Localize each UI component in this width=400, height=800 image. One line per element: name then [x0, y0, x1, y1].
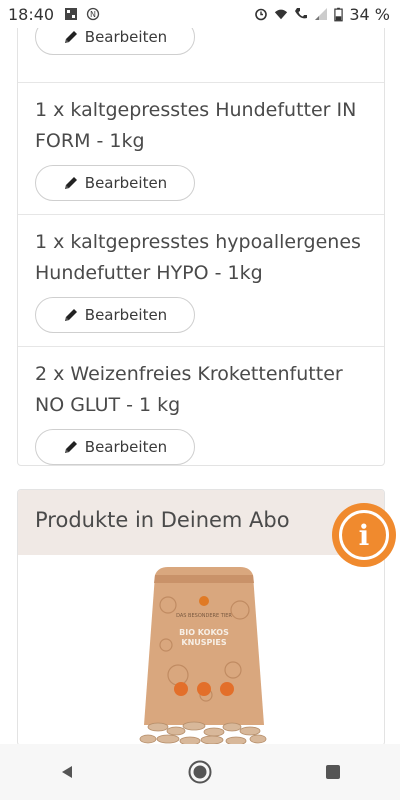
edit-button-label: Bearbeiten — [84, 438, 168, 456]
order-item-title: 1 x kaltgepresstes hypoallergenes Hundef… — [35, 231, 361, 284]
nfc-icon: N — [86, 7, 100, 21]
page-content: Bearbeiten 1 x kaltgepresstes Hundefutte… — [0, 28, 400, 744]
svg-text:N: N — [90, 10, 96, 19]
status-time: 18:40 — [8, 4, 55, 24]
order-item: 1 x kaltgepresstes hypoallergenes Hundef… — [18, 214, 384, 347]
edit-button[interactable]: Bearbeiten — [35, 28, 195, 55]
order-item-title: 2 x Weizenfreies Krokettenfutter NO GLUT… — [35, 363, 343, 416]
pencil-icon — [64, 309, 77, 321]
phone-signal-icon — [295, 8, 308, 19]
pencil-icon — [64, 177, 77, 189]
cell-signal-icon — [315, 8, 328, 20]
alarm-icon — [255, 8, 268, 21]
products-title: Produkte in Deinem Abo — [35, 508, 290, 532]
edit-button-label: Bearbeiten — [84, 174, 168, 192]
recents-button[interactable] — [313, 752, 353, 792]
order-item: 2 x Weizenfreies Krokettenfutter NO GLUT… — [18, 346, 384, 465]
wifi-icon — [275, 9, 288, 20]
gallery-icon — [65, 8, 78, 20]
back-icon — [61, 766, 72, 778]
info-icon: i — [339, 510, 389, 560]
edit-button[interactable]: Bearbeiten — [35, 297, 195, 333]
info-button[interactable]: i — [332, 503, 396, 567]
product-image[interactable]: DAS BESONDERE TIER BIO KOKOS KNUSPIES — [18, 555, 384, 744]
product-name-line2: KNUSPIES — [181, 638, 226, 647]
back-button[interactable] — [47, 752, 87, 792]
edit-button-label: Bearbeiten — [84, 306, 168, 324]
recents-icon — [326, 765, 341, 779]
order-items-card: Bearbeiten 1 x kaltgepresstes Hundefutte… — [17, 28, 385, 466]
home-icon — [188, 760, 212, 784]
battery-percent: 34 % — [349, 4, 390, 24]
product-name-line1: BIO KOKOS — [179, 628, 229, 637]
navigation-bar — [0, 744, 400, 800]
edit-button-label: Bearbeiten — [84, 28, 168, 46]
battery-icon — [334, 7, 344, 21]
products-header: Produkte in Deinem Abo — [18, 490, 384, 555]
order-item-title: 1 x kaltgepresstes Hundefutter IN FORM -… — [35, 99, 357, 152]
subscription-products-card: Produkte in Deinem Abo DAS BESONDERE TIE… — [17, 489, 385, 744]
product-brand: DAS BESONDERE TIER — [176, 613, 232, 619]
home-button[interactable] — [180, 752, 220, 792]
pencil-icon — [64, 441, 77, 453]
order-item: 1 x kaltgepresstes Hundefutter IN FORM -… — [18, 82, 384, 215]
edit-button[interactable]: Bearbeiten — [35, 165, 195, 201]
pencil-icon — [64, 31, 77, 43]
product-bag-illustration: DAS BESONDERE TIER BIO KOKOS KNUSPIES — [139, 567, 267, 744]
edit-button[interactable]: Bearbeiten — [35, 429, 195, 465]
status-bar: 18:40 N 34 % — [0, 0, 400, 28]
